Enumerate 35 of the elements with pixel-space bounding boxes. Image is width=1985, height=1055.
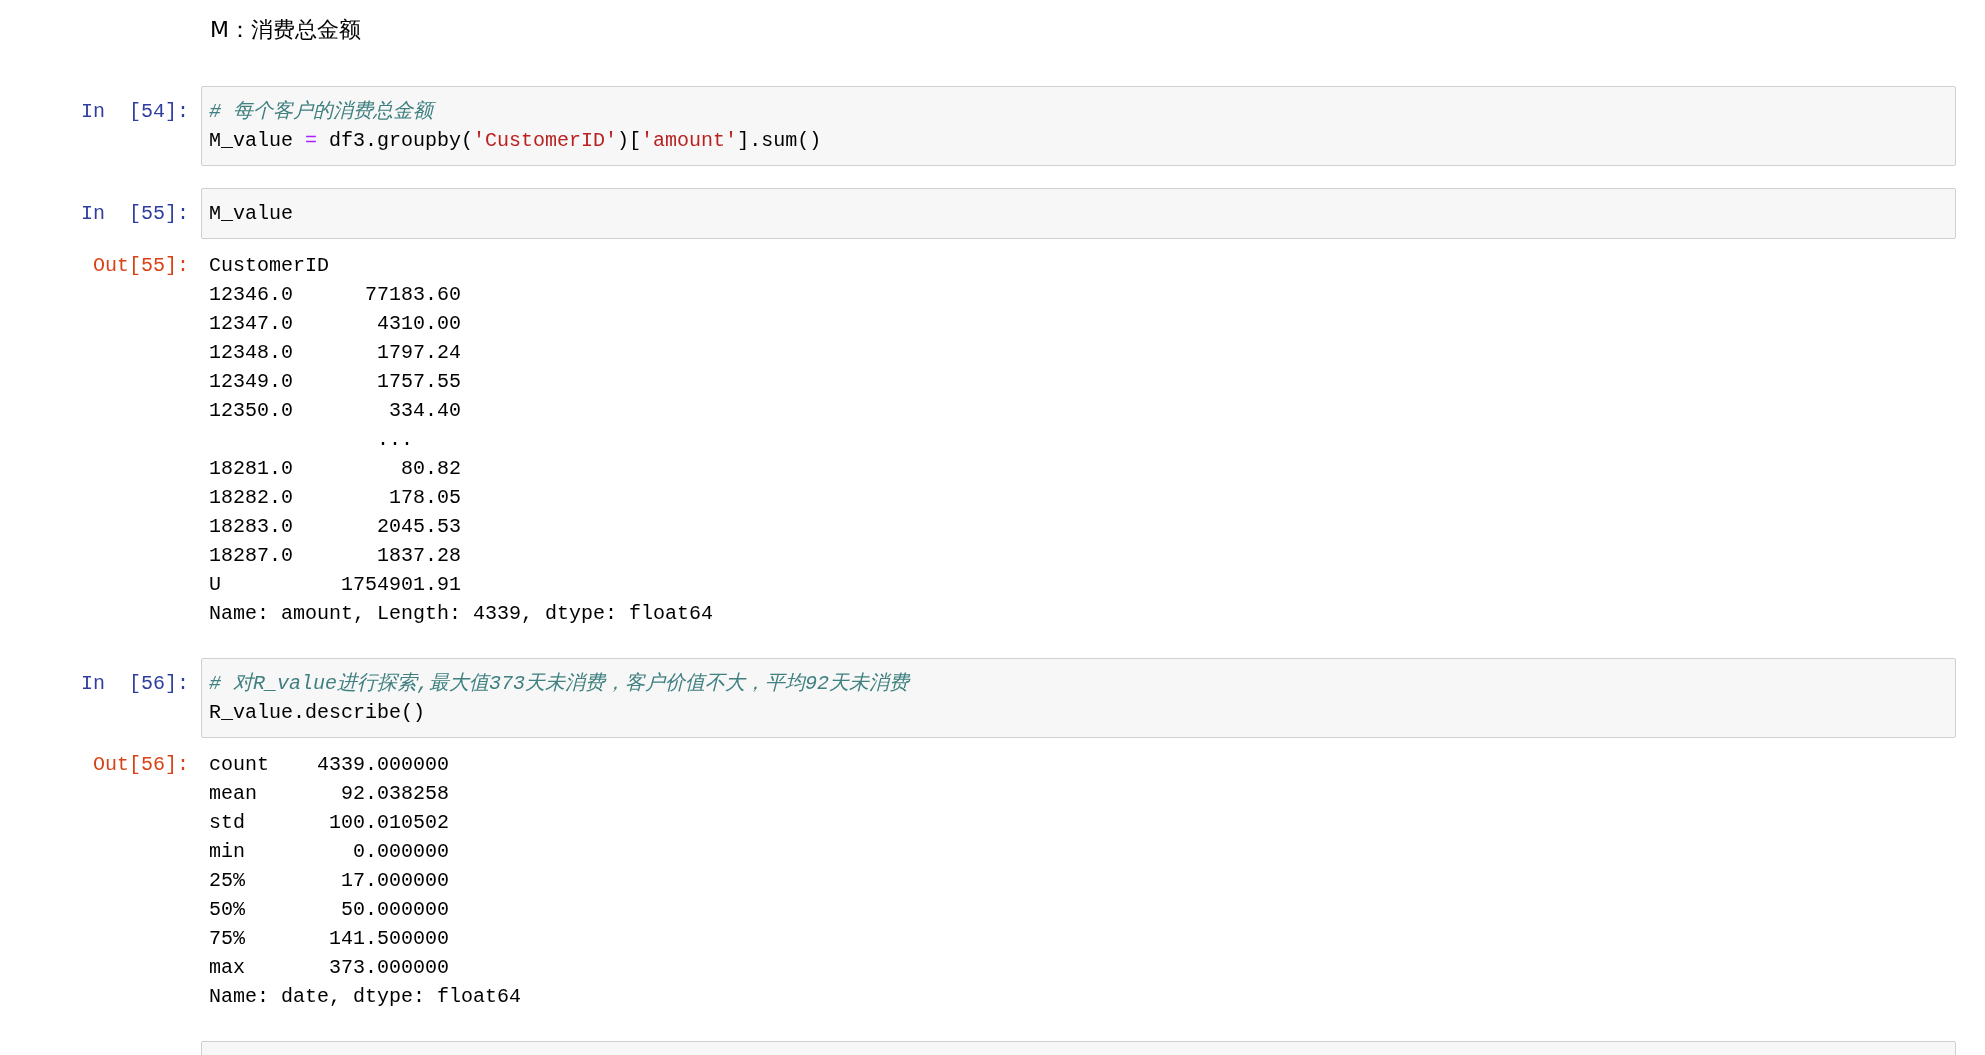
code-input[interactable]: M_value	[201, 188, 1956, 239]
input-prompt: In [55]:	[80, 201, 189, 227]
output-line: 18283.0 2045.53	[209, 514, 462, 540]
output-line: CustomerID	[209, 253, 330, 279]
output-line: 25% 17.000000	[209, 868, 450, 894]
output-line: U 1754901.91	[209, 572, 462, 598]
output-line: min 0.000000	[209, 839, 450, 865]
output-line: std 100.010502	[209, 810, 450, 836]
output-line: 12346.0 77183.60	[209, 282, 462, 308]
code-line: # 对R_value进行探索,最大值373天未消费，客户价值不大，平均92天未消费	[209, 671, 910, 697]
output-line: 18287.0 1837.28	[209, 543, 462, 569]
output-line: mean 92.038258	[209, 781, 450, 807]
input-prompt: In [56]:	[80, 671, 189, 697]
markdown-heading: M：消费总金额	[210, 16, 361, 44]
output-prompt: Out[55]:	[93, 253, 189, 279]
output-line: 12348.0 1797.24	[209, 340, 462, 366]
output-line: 75% 141.500000	[209, 926, 450, 952]
code-line: R_value.describe()	[209, 700, 426, 726]
input-prompt: In [54]:	[80, 99, 189, 125]
code-input[interactable]: # 对R_value进行探索,最大值373天未消费，客户价值不大，平均92天未消费 R_value.describe()	[201, 658, 1956, 738]
output-line: Name: date, dtype: float64	[209, 984, 522, 1010]
output-line: 18282.0 178.05	[209, 485, 462, 511]
code-line: M_value = df3.groupby('CustomerID')['amount'].sum()	[209, 128, 822, 154]
output-line: count 4339.000000	[209, 752, 450, 778]
output-line: ...	[376, 427, 414, 453]
output-line: 18281.0 80.82	[209, 456, 462, 482]
code-input[interactable]: # 每个客户的消费总金额 M_value = df3.groupby('CustomerID')['amount'].sum()	[201, 86, 1956, 166]
output-line: 12349.0 1757.55	[209, 369, 462, 395]
output-prompt: Out[56]:	[93, 752, 189, 778]
output-line: 50% 50.000000	[209, 897, 450, 923]
code-line: M_value	[209, 201, 293, 227]
output-line: Name: amount, Length: 4339, dtype: float64	[209, 601, 714, 627]
output-line: max 373.000000	[209, 955, 450, 981]
output-line: 12347.0 4310.00	[209, 311, 462, 337]
output-line: 12350.0 334.40	[209, 398, 462, 424]
